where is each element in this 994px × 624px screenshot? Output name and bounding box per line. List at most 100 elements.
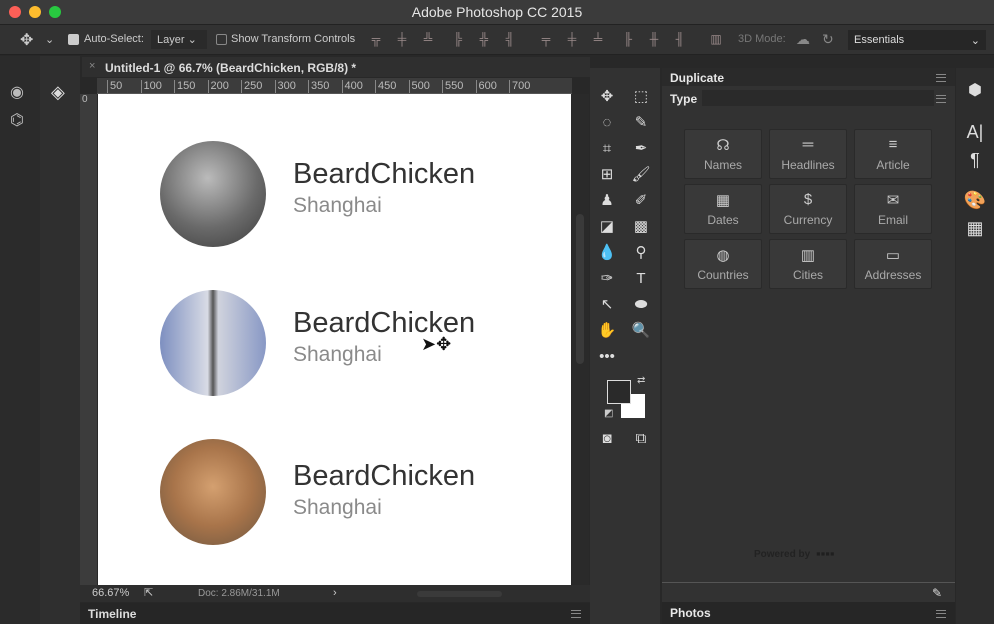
powered-by-logo: ▪▪▪▪ (816, 546, 835, 561)
quick-select-tool-icon[interactable]: ✎ (628, 112, 654, 134)
button-label: Article (876, 158, 910, 172)
align-right-icon[interactable]: ╣ (504, 33, 516, 46)
type-button-article[interactable]: ≡ Article (854, 129, 932, 179)
status-menu-arrow[interactable]: › (333, 587, 337, 599)
screen-mode-icon[interactable]: ⧉ (628, 428, 654, 450)
blur-tool-icon[interactable]: 💧 (594, 242, 620, 264)
align-top-icon[interactable]: ╦ (370, 33, 382, 46)
distribute-bottom-icon[interactable]: ╧ (592, 33, 604, 46)
stamp-tool-icon[interactable]: ♟ (594, 190, 620, 212)
align-hcenter-icon[interactable]: ╬ (478, 33, 490, 46)
swatches-icon[interactable]: 🎨 (956, 190, 994, 211)
document-tab[interactable]: × Untitled-1 @ 66.7% (BeardChicken, RGB/… (82, 57, 590, 77)
tool-preset-chevron-icon[interactable]: ⌄ (45, 33, 54, 46)
button-label: Dates (707, 213, 739, 227)
card-city: Shanghai (293, 343, 382, 366)
distribute-top-icon[interactable]: ╤ (540, 33, 552, 46)
timeline-menu-icon[interactable] (571, 610, 581, 618)
edit-icon[interactable]: ✎ (932, 586, 942, 600)
zoom-window-button[interactable] (49, 6, 61, 18)
gradient-tool-icon[interactable]: ▩ (628, 216, 654, 238)
type-button-countries[interactable]: ◍ Countries (684, 239, 762, 289)
marquee-tool-icon[interactable]: ⬚ (628, 86, 654, 108)
avatar-photo (160, 439, 266, 545)
type-button-headlines[interactable]: ═ Headlines (769, 129, 847, 179)
photos-menu-icon[interactable] (936, 610, 946, 618)
layer-select[interactable]: Layer ⌄ (151, 30, 207, 49)
ruler-label: 700 (509, 80, 530, 93)
3d-orbit-icon[interactable]: ☁ (796, 31, 810, 48)
hand-tool-icon[interactable]: ✋ (594, 320, 620, 342)
eyedropper-tool-icon[interactable]: ✒ (628, 138, 654, 160)
paragraph-icon[interactable]: ¶ (956, 150, 994, 171)
type-tool-icon[interactable]: T (628, 268, 654, 290)
type-button-addresses[interactable]: ▭ Addresses (854, 239, 932, 289)
canvas[interactable]: BeardChicken Shanghai BeardChicken Shang… (98, 94, 571, 585)
align-vcenter-icon[interactable]: ╪ (396, 33, 408, 46)
photos-title[interactable]: Photos (670, 606, 711, 620)
history-brush-tool-icon[interactable]: ✐ (628, 190, 654, 212)
distribute-hcenter-icon[interactable]: ╫ (648, 33, 660, 46)
history-icon[interactable]: ◉ (10, 82, 24, 102)
healing-tool-icon[interactable]: ⊞ (594, 164, 620, 186)
workspace-select[interactable]: Essentials ⌄ (848, 30, 986, 50)
more-tools-icon[interactable]: ••• (594, 346, 620, 368)
type-button-currency[interactable]: $ Currency (769, 184, 847, 234)
crop-tool-icon[interactable]: ⌗ (594, 138, 620, 160)
grid-plugin-icon[interactable]: ▦ (956, 218, 994, 239)
character-icon[interactable]: A| (956, 122, 994, 143)
zoom-tool-icon[interactable]: 🔍 (628, 320, 654, 342)
ruler-vertical: 0 (80, 94, 97, 585)
align-bottom-icon[interactable]: ╩ (422, 33, 434, 46)
move-tool-icon[interactable]: ✥ (20, 30, 33, 50)
left-panel-dock: ◉ ⌬ ◈ (0, 56, 80, 624)
building-icon: ▥ (800, 247, 816, 264)
close-window-button[interactable] (9, 6, 21, 18)
dodge-tool-icon[interactable]: ⚲ (628, 242, 654, 264)
libraries-icon[interactable]: ⬢ (956, 80, 994, 100)
photos-panel: Photos (662, 602, 955, 624)
close-tab-icon[interactable]: × (89, 60, 95, 72)
ellipse-tool-icon[interactable]: ⬬ (628, 294, 654, 316)
auto-select-checkbox[interactable] (68, 33, 79, 45)
distribute-right-icon[interactable]: ╢ (674, 33, 686, 46)
quick-mask-icon[interactable]: ◙ (594, 428, 620, 450)
lasso-tool-icon[interactable]: ◌ (594, 112, 620, 134)
auto-align-icon[interactable]: ▥ (710, 33, 722, 46)
3d-rotate-icon[interactable]: ↻ (822, 31, 834, 48)
pen-tool-icon[interactable]: ✑ (594, 268, 620, 290)
distribute-vcenter-icon[interactable]: ╪ (566, 33, 578, 46)
zoom-level[interactable]: 66.67% (92, 587, 129, 599)
button-label: Email (877, 213, 908, 227)
horizontal-scrollbar[interactable] (417, 591, 502, 597)
panel-menu-icon[interactable] (936, 74, 946, 82)
type-button-names[interactable]: ☊ Names (684, 129, 762, 179)
ruler-label: 550 (442, 80, 463, 93)
align-left-icon[interactable]: ╠ (452, 33, 464, 46)
show-transform-checkbox[interactable] (216, 33, 227, 45)
default-colors-icon[interactable]: ◩ (604, 408, 613, 419)
type-button-cities[interactable]: ▥ Cities (769, 239, 847, 289)
move-tool-icon[interactable]: ✥ (594, 86, 620, 108)
eraser-tool-icon[interactable]: ◪ (594, 216, 620, 238)
panel-title[interactable]: Duplicate (670, 71, 724, 85)
path-select-tool-icon[interactable]: ↖ (594, 294, 620, 316)
vertical-scrollbar[interactable] (572, 94, 589, 585)
export-icon[interactable]: ⇱ (144, 586, 153, 599)
minimize-window-button[interactable] (29, 6, 41, 18)
type-button-email[interactable]: ✉ Email (854, 184, 932, 234)
tools-panel: ✥ ⬚ ◌ ✎ ⌗ ✒ ⊞ 🖌 ♟ ✐ ◪ ▩ 💧 ⚲ ✑ T ↖ ⬬ ✋ 🔍 … (590, 68, 660, 624)
timeline-title[interactable]: Timeline (88, 607, 136, 621)
article-icon: ≡ (888, 136, 898, 153)
distribute-left-icon[interactable]: ╟ (622, 33, 634, 46)
layers-icon[interactable]: ◈ (51, 82, 65, 103)
brush-tool-icon[interactable]: 🖌 (628, 164, 654, 186)
type-menu-icon[interactable] (936, 95, 946, 103)
title-bar: Adobe Photoshop CC 2015 (0, 0, 994, 25)
type-button-dates[interactable]: ▦ Dates (684, 184, 762, 234)
foreground-color-swatch[interactable] (607, 380, 631, 404)
button-label: Addresses (864, 268, 922, 282)
button-label: Names (703, 158, 742, 172)
path-icon[interactable]: ⌬ (10, 110, 24, 130)
swap-colors-icon[interactable]: ⇄ (637, 375, 645, 386)
